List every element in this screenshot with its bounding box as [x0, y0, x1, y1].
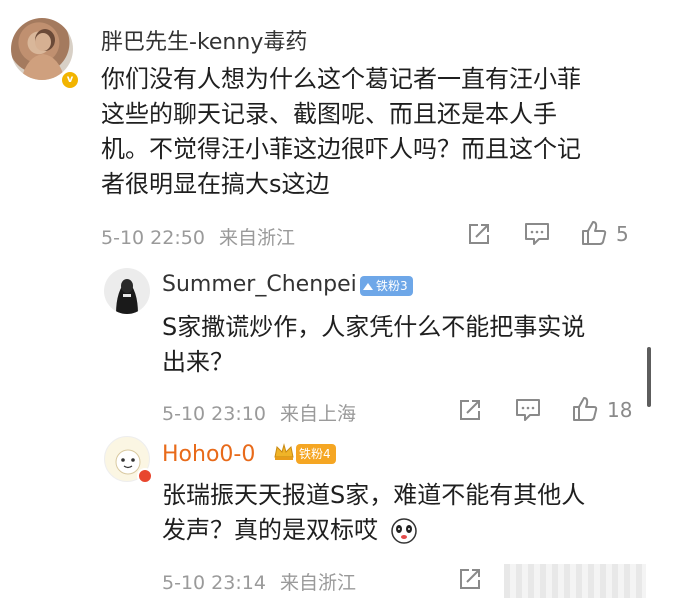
fan-badge-label: 铁粉4: [299, 447, 331, 461]
comment-icon: [516, 399, 540, 421]
share-button[interactable]: [457, 397, 483, 423]
reply-meta: 5-10 23:10 来自上海: [162, 399, 356, 426]
panda-emoji-icon: [390, 517, 418, 545]
share-icon: [469, 224, 489, 244]
reply-text-content: 发声？真的是双标哎: [162, 516, 378, 544]
avatar-photo: [116, 279, 138, 314]
reply-text-line: 出来？: [162, 348, 234, 376]
comment-location: 来自浙江: [218, 227, 295, 249]
reply-location: 来自浙江: [279, 572, 356, 594]
fan-badge-icon: [363, 282, 373, 290]
comment-text-line: 你们没有人想为什么这个葛记者一直有汪小菲: [101, 65, 581, 93]
reply-location: 来自上海: [279, 403, 356, 425]
blurred-overlay: [504, 564, 646, 598]
comment-button[interactable]: [523, 221, 551, 247]
scrollbar-thumb[interactable]: [647, 347, 651, 407]
comment-meta: 5-10 22:50 来自浙江: [101, 223, 295, 250]
reply-date: 5-10 23:14: [162, 572, 266, 594]
like-button[interactable]: [580, 219, 608, 247]
share-button[interactable]: [457, 566, 483, 592]
fan-badge: 铁粉3: [360, 276, 413, 296]
fan-badge-label: 铁粉3: [376, 279, 408, 293]
share-icon: [460, 569, 480, 589]
comment-text-line: 这些的聊天记录、截图呢、而且还是本人手: [101, 100, 557, 128]
reply-text-line: 张瑞振天天报道S家，难道不能有其他人: [162, 481, 586, 509]
fan-badge: 铁粉4: [296, 444, 336, 464]
thumbs-up-icon: [573, 397, 598, 421]
reply-text-line: S家撒谎炒作，人家凭什么不能把事实说: [162, 313, 586, 341]
reply-meta: 5-10 23:14 来自浙江: [162, 568, 356, 595]
reply-text-line: 发声？真的是双标哎: [162, 513, 652, 548]
comment-text-line: 者很明显在搞大s这边: [101, 170, 330, 198]
crown-icon: [272, 440, 296, 464]
reply-username[interactable]: Summer_Chenpei: [162, 272, 357, 297]
like-count: 5: [616, 222, 629, 246]
like-count: 18: [607, 398, 633, 422]
comment-button[interactable]: [514, 397, 542, 423]
thumbs-up-icon: [582, 221, 607, 245]
comment-username[interactable]: 胖巴先生-kenny毒药: [101, 24, 307, 56]
share-button[interactable]: [466, 221, 492, 247]
comment-text: 你们没有人想为什么这个葛记者一直有汪小菲 这些的聊天记录、截图呢、而且还是本人手…: [101, 62, 661, 202]
reply-date: 5-10 23:10: [162, 403, 266, 425]
share-icon: [460, 400, 480, 420]
comment-text-line: 机。不觉得汪小菲这边很吓人吗？而且这个记: [101, 135, 581, 163]
member-icon: [137, 468, 153, 484]
like-button[interactable]: [571, 395, 599, 423]
reply-username[interactable]: Hoho0-0: [162, 442, 255, 467]
reply-avatar[interactable]: [104, 268, 150, 314]
verified-icon: v: [60, 70, 80, 90]
crown-icon-svg: [274, 443, 294, 460]
comment-icon: [525, 223, 549, 245]
reply-text: 张瑞振天天报道S家，难道不能有其他人 发声？真的是双标哎: [162, 478, 652, 548]
reply-text: S家撒谎炒作，人家凭什么不能把事实说 出来？: [162, 310, 642, 380]
comment-date: 5-10 22:50: [101, 227, 205, 249]
